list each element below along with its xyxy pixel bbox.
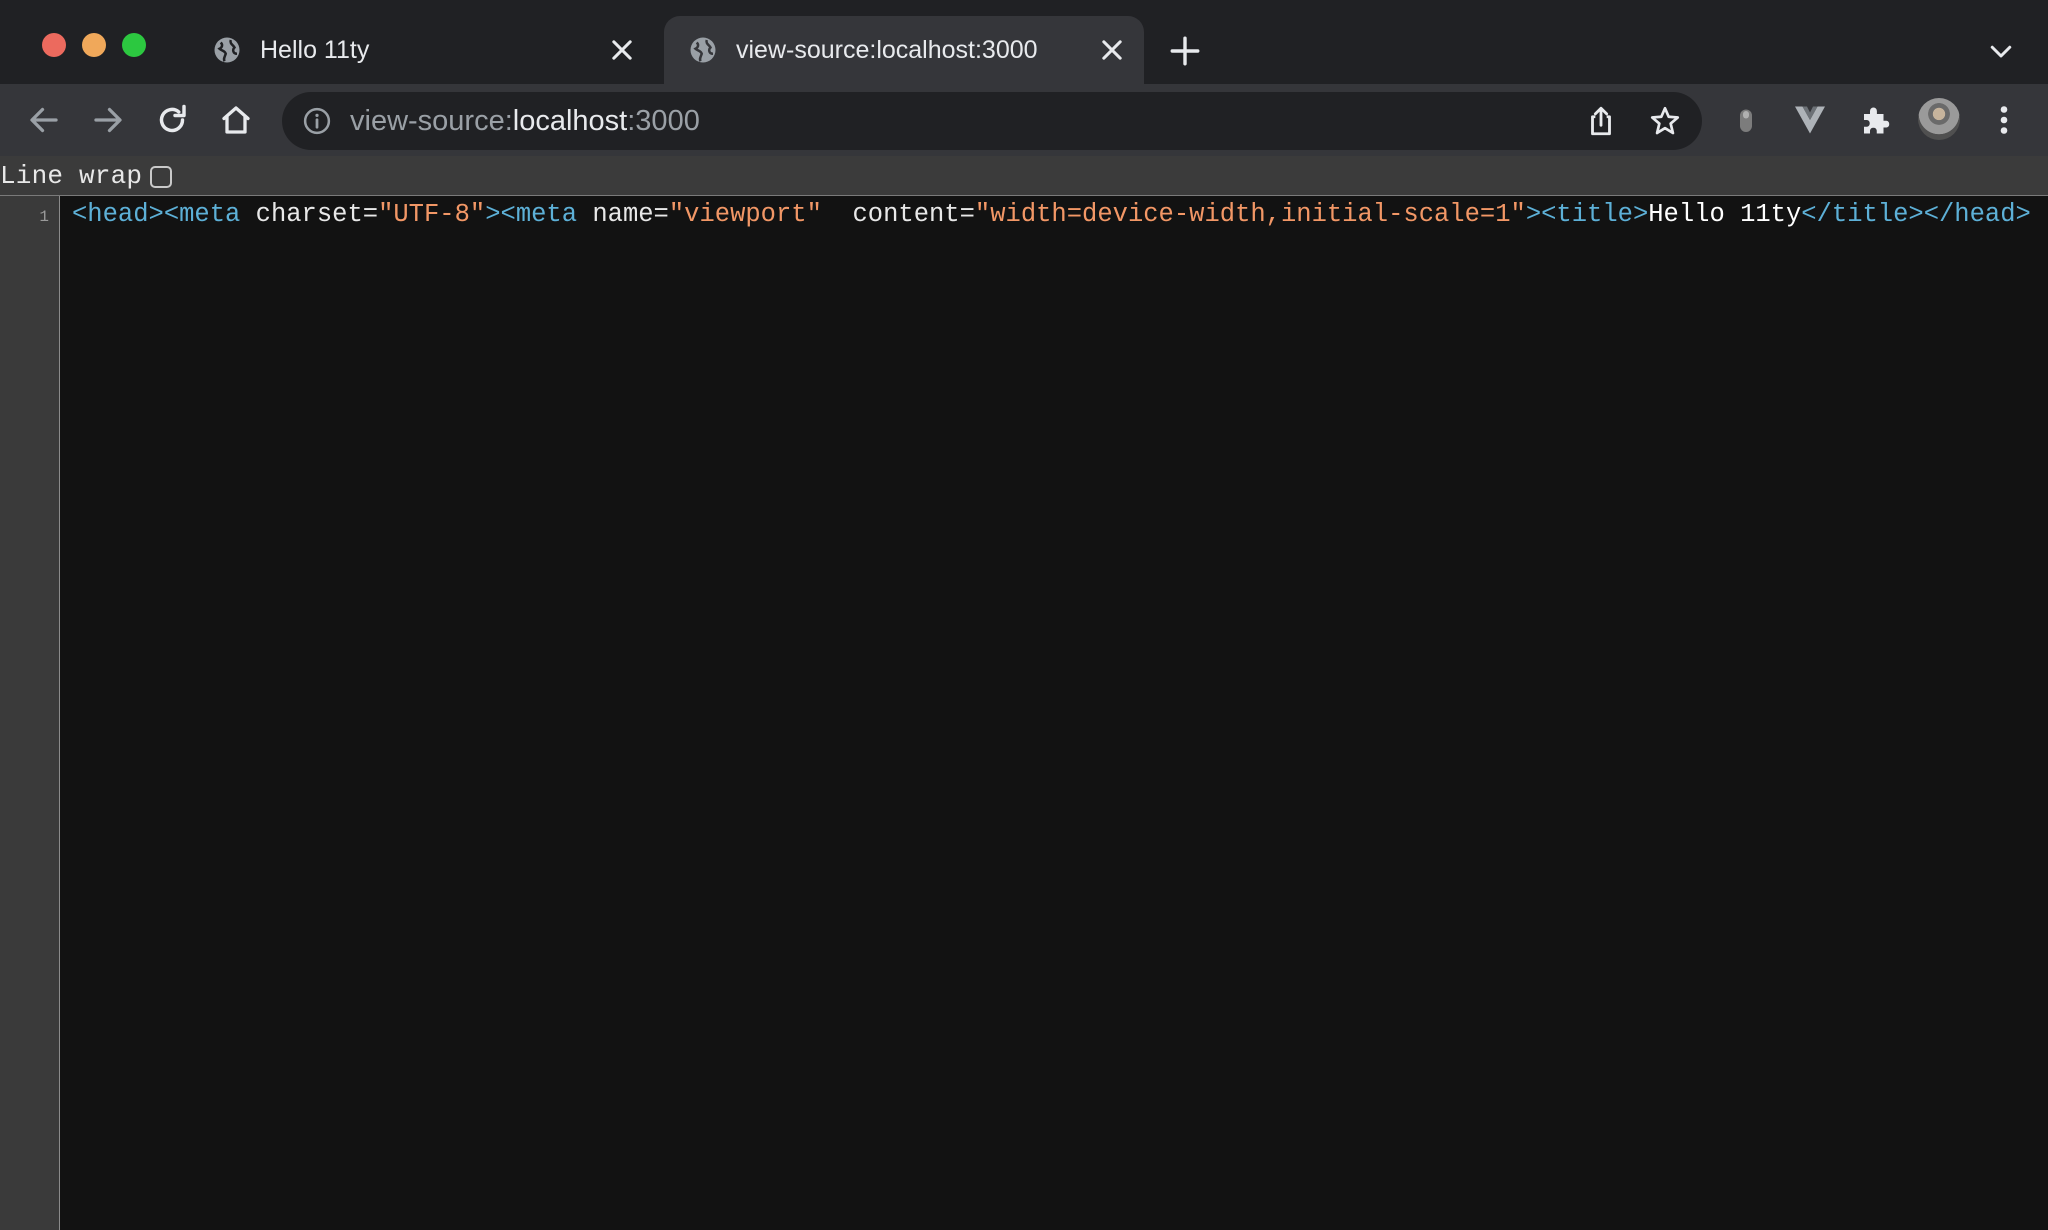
line-wrap-checkbox[interactable] xyxy=(150,165,173,188)
code-token: </head> xyxy=(1923,200,2031,229)
line-number-gutter: 1 xyxy=(0,196,60,1230)
source-line: <head><meta charset="UTF-8"><meta name="… xyxy=(72,200,2048,230)
back-arrow-icon[interactable] xyxy=(26,102,62,138)
home-icon[interactable] xyxy=(218,102,254,138)
window-close-button[interactable] xyxy=(42,33,66,57)
close-tab-icon[interactable] xyxy=(1098,36,1126,64)
vue-devtools-icon[interactable] xyxy=(1792,102,1828,138)
code-token: <head> xyxy=(72,200,164,229)
menu-vertical-dots-icon[interactable] xyxy=(1986,102,2022,138)
code-token: Hello 11ty xyxy=(1648,200,1802,229)
url-text[interactable]: view-source:localhost:3000 xyxy=(350,105,1584,138)
code-token: "viewport" xyxy=(668,200,822,229)
code-token: charset= xyxy=(240,200,379,229)
line-wrap-label: Line wrap xyxy=(0,160,143,191)
url-scheme: view-source: xyxy=(350,104,513,137)
line-wrap-control: Line wrap xyxy=(0,156,2048,196)
code-token: "UTF-8" xyxy=(378,200,486,229)
line-number: 1 xyxy=(39,208,49,226)
window-zoom-button[interactable] xyxy=(122,33,146,57)
new-tab-plus-icon[interactable] xyxy=(1168,34,1202,68)
code-token: <meta xyxy=(163,200,241,229)
window-minimize-button[interactable] xyxy=(82,33,106,57)
tab-strip: Hello 11ty view-source:localhost:3000 xyxy=(0,0,2048,84)
code-token: content= xyxy=(821,200,975,229)
tab-title: view-source:localhost:3000 xyxy=(736,35,1038,64)
tab-hello-11ty[interactable]: Hello 11ty xyxy=(196,16,654,84)
tab-title: Hello 11ty xyxy=(260,35,370,64)
globe-icon xyxy=(214,37,240,63)
tab-view-source[interactable]: view-source:localhost:3000 xyxy=(664,16,1144,84)
url-port: :3000 xyxy=(627,104,700,137)
forward-arrow-icon[interactable] xyxy=(90,102,126,138)
code-token: > xyxy=(485,200,501,229)
share-icon[interactable] xyxy=(1584,104,1618,138)
globe-icon xyxy=(690,37,716,63)
site-info-icon[interactable] xyxy=(302,106,332,136)
close-tab-icon[interactable] xyxy=(608,36,636,64)
chevron-down-icon[interactable] xyxy=(1986,36,2016,66)
address-bar[interactable]: view-source:localhost:3000 xyxy=(282,92,1702,150)
code-token: > xyxy=(1525,200,1542,229)
profile-avatar[interactable] xyxy=(1918,98,1960,140)
code-token: name= xyxy=(577,200,669,229)
browser-toolbar: view-source:localhost:3000 xyxy=(0,84,2048,156)
code-token: <meta xyxy=(500,200,578,229)
url-host: localhost xyxy=(512,104,628,137)
extensions-puzzle-icon[interactable] xyxy=(1858,102,1894,138)
code-token: <title> xyxy=(1541,200,1649,229)
extension-mic-icon[interactable] xyxy=(1728,102,1764,138)
code-token: "width=device-width,initial-scale=1" xyxy=(974,200,1526,229)
reload-icon[interactable] xyxy=(154,102,190,138)
bookmark-star-icon[interactable] xyxy=(1648,104,1682,138)
code-token: </title> xyxy=(1801,200,1924,229)
